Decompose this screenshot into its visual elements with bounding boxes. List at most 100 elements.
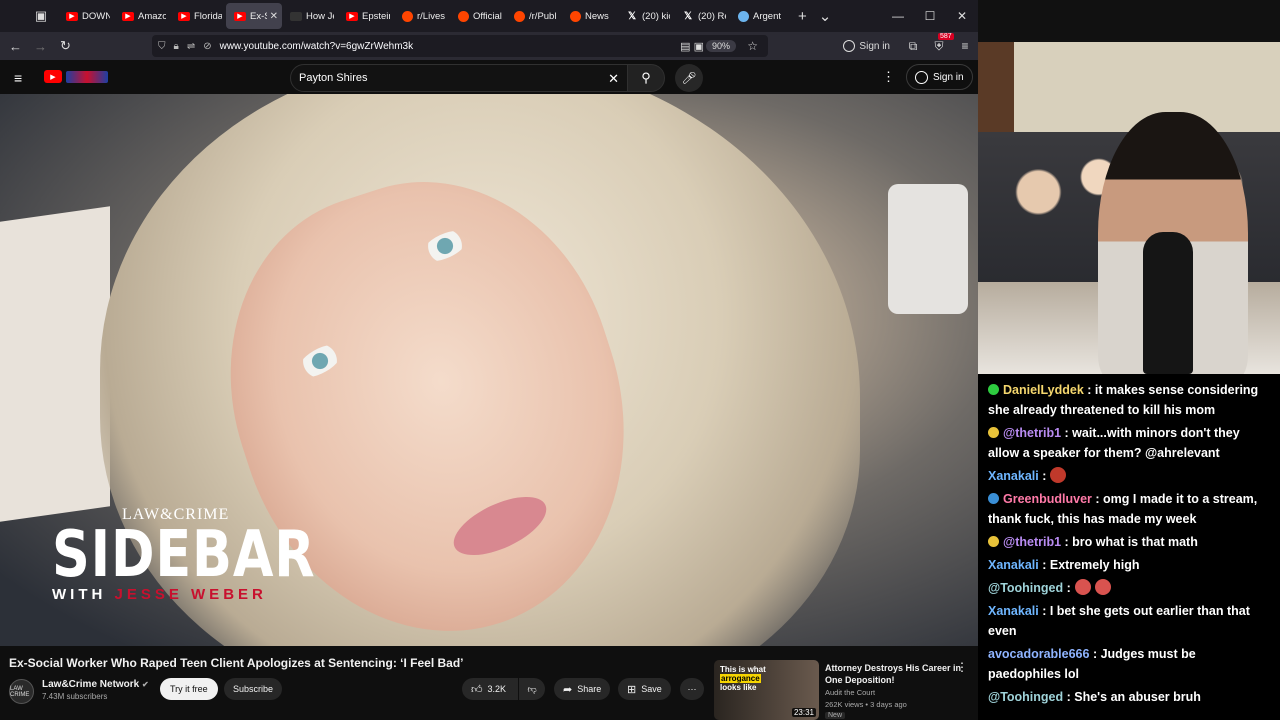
chat-username[interactable]: @Toohinged	[988, 690, 1063, 704]
tab-label: r/Lives	[417, 10, 445, 22]
tab-0[interactable]: ▶ DOWN	[58, 3, 114, 29]
search-button[interactable]: ⚲	[627, 64, 665, 92]
more-actions-button[interactable]: ⋯	[680, 678, 704, 700]
youtube-logo-flag	[66, 70, 108, 83]
lock-icon[interactable]: 🔒︎	[174, 41, 179, 52]
tab-9[interactable]: News	[562, 3, 618, 29]
chat-username[interactable]: Xanakali	[988, 604, 1039, 618]
new-tab-icon[interactable]: +	[798, 8, 807, 25]
recommended-channel[interactable]: Audit the Court	[825, 688, 875, 697]
channel-avatar[interactable]: LAW CRIME	[9, 679, 34, 704]
try-free-button[interactable]: Try it free	[160, 678, 218, 700]
tab-11[interactable]: 𝕏 (20) Re	[674, 3, 730, 29]
chat-username[interactable]: @thetrib1	[1003, 535, 1061, 549]
channel-name[interactable]: Law&Crime Network ✔	[42, 679, 149, 690]
microphone-icon: 🎤︎	[681, 71, 697, 85]
search-icon: ⚲	[641, 70, 651, 85]
share-button[interactable]: ➦ Share	[554, 678, 611, 700]
zoom-level[interactable]: 90%	[705, 40, 736, 52]
tab-8[interactable]: /r/Publ	[506, 3, 562, 29]
youtube-masthead: ≡ ▶ ✕ ⚲ 🎤︎ ⋮ Sign in	[0, 60, 978, 94]
tab-5[interactable]: ▶ Epstein	[338, 3, 394, 29]
dislike-button[interactable]: 👎︎	[519, 678, 545, 700]
recommended-title[interactable]: Attorney Destroys His Career in One Depo…	[825, 662, 965, 686]
chat-message: @Toohinged : She's an abuser bruh	[988, 687, 1270, 707]
browser-window: ▣ ▶DOWN▶Amazo▶Florida▶Ex-S✕How Je▶Epstei…	[0, 0, 978, 720]
permissions-icon[interactable]: ⇌	[187, 41, 195, 52]
account-signin-button[interactable]: Sign in	[843, 40, 890, 52]
url-text[interactable]: www.youtube.com/watch?v=6gwZrWehm3k	[220, 41, 414, 52]
clear-search-icon[interactable]: ✕	[608, 71, 619, 87]
shield-icon[interactable]: ⛉	[158, 41, 166, 52]
ublock-icon[interactable]: ⛨ 587	[926, 32, 954, 54]
video-pillow	[888, 184, 968, 314]
reader-view-icon[interactable]: ▤ ▣	[680, 40, 704, 53]
reddit-icon	[570, 10, 581, 22]
new-badge: New	[825, 712, 846, 719]
close-window-icon[interactable]: ✕	[946, 9, 978, 23]
video-title: Ex-Social Worker Who Raped Teen Client A…	[9, 656, 464, 670]
tab-1[interactable]: ▶ Amazo	[114, 3, 170, 29]
voice-search-button[interactable]: 🎤︎	[675, 64, 703, 92]
reddit-icon	[402, 10, 413, 22]
chat-username[interactable]: Xanakali	[988, 469, 1039, 483]
address-bar[interactable]: ⛉ 🔒︎ ⇌ ⊘ www.youtube.com/watch?v=6gwZrWe…	[152, 35, 768, 57]
menu-icon[interactable]: ≡	[952, 39, 978, 53]
save-button[interactable]: ⊞ Save	[618, 678, 671, 700]
thumbnail-caption: This is what arrogance looks like	[720, 665, 766, 692]
chat-text: : She's an abuser bruh	[1066, 690, 1201, 704]
x-icon: 𝕏	[627, 10, 637, 22]
youtube-signin-label: Sign in	[933, 71, 964, 83]
chat-message: Xanakali :	[988, 466, 1270, 486]
forward-icon[interactable]: →	[28, 39, 53, 54]
like-button[interactable]: 👍︎ 3.2K	[462, 678, 518, 700]
tab-3[interactable]: ▶ Ex-S✕	[226, 3, 282, 29]
youtube-play-icon: ▶	[44, 70, 62, 83]
chat-emote-icon	[1074, 579, 1091, 595]
tab-label: Epstein	[362, 10, 390, 22]
tab-label: (20) kic	[642, 10, 670, 22]
tab-12[interactable]: Argent	[730, 3, 786, 29]
recommended-thumbnail[interactable]: This is what arrogance looks like 23:31	[714, 660, 819, 720]
youtube-icon: ▶	[66, 11, 78, 21]
chat-username[interactable]: @Toohinged	[988, 581, 1063, 595]
recommended-video[interactable]: This is what arrogance looks like 23:31 …	[714, 660, 978, 720]
chat-username[interactable]: @thetrib1	[1003, 426, 1061, 440]
chat-message: Xanakali : Extremely high	[988, 555, 1270, 575]
tab-6[interactable]: r/Lives	[394, 3, 450, 29]
video-info: Ex-Social Worker Who Raped Teen Client A…	[0, 646, 978, 720]
minimize-icon[interactable]: —	[882, 9, 914, 23]
tab-2[interactable]: ▶ Florida	[170, 3, 226, 29]
chat-username[interactable]: Greenbudluver	[1003, 492, 1092, 506]
youtube-signin-button[interactable]: Sign in	[906, 64, 973, 90]
guide-menu-icon[interactable]: ≡	[14, 70, 22, 86]
close-tab-icon[interactable]: ✕	[270, 11, 278, 22]
search-input[interactable]	[299, 72, 599, 84]
tab-label: (20) Re	[698, 10, 726, 22]
autoplay-blocked-icon[interactable]: ⊘	[203, 41, 211, 52]
youtube-icon: ▶	[178, 11, 190, 21]
tab-list-icon[interactable]: ▣	[30, 5, 52, 27]
bookmark-star-icon[interactable]: ☆	[747, 39, 758, 53]
video-brand-overlay: LAW&CRIME SIDEBAR WITH JESSE WEBER	[52, 506, 373, 603]
tab-4[interactable]: How Je	[282, 3, 338, 29]
youtube-logo[interactable]: ▶	[44, 70, 108, 83]
stream-panel: DanielLyddek : it makes sense considerin…	[978, 0, 1280, 720]
settings-more-icon[interactable]: ⋮	[882, 69, 895, 85]
save-label: Save	[641, 684, 662, 694]
extensions-icon[interactable]: ⧉	[900, 39, 926, 54]
back-icon[interactable]: ←	[3, 39, 28, 54]
maximize-icon[interactable]: ☐	[914, 9, 946, 23]
subscribe-button[interactable]: Subscribe	[224, 678, 283, 700]
chat-username[interactable]: Xanakali	[988, 558, 1039, 572]
brand-sidebar: SIDEBAR	[52, 518, 316, 592]
chevron-down-icon[interactable]: ⌄	[819, 7, 832, 25]
chat-username[interactable]: DanielLyddek	[1003, 383, 1084, 397]
tab-10[interactable]: 𝕏 (20) kic	[618, 3, 674, 29]
tab-7[interactable]: Official	[450, 3, 506, 29]
recommended-more-icon[interactable]: ⋮	[956, 660, 968, 674]
x-icon: 𝕏	[683, 10, 693, 22]
reload-icon[interactable]: ↻	[53, 38, 78, 54]
chat-username[interactable]: avocadorable666	[988, 647, 1089, 661]
video-player[interactable]: LAW&CRIME SIDEBAR WITH JESSE WEBER	[0, 94, 978, 646]
